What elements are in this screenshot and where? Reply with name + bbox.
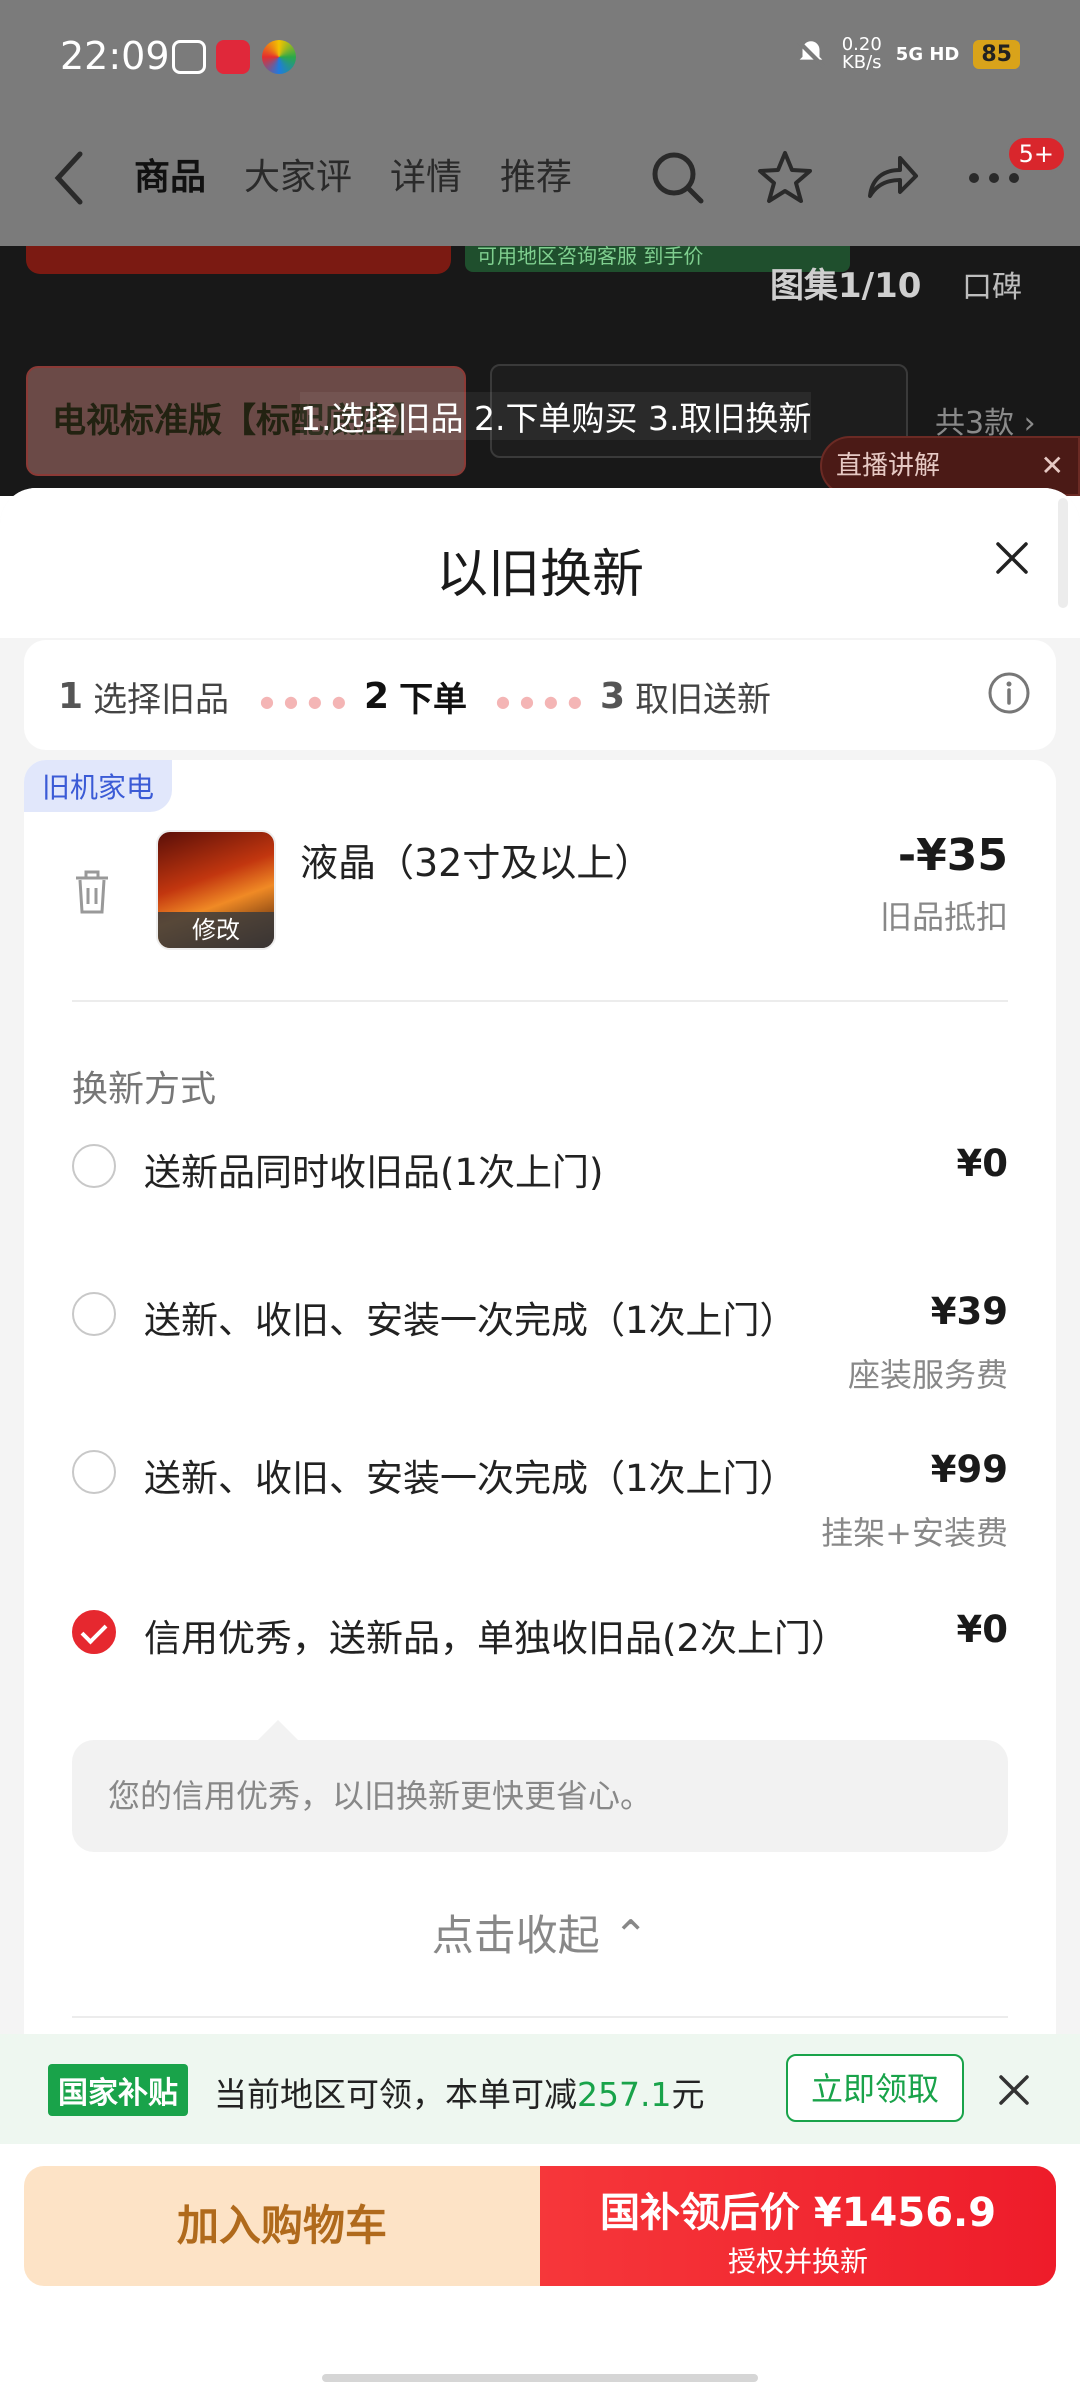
add-to-cart-button[interactable]: 加入购物车 bbox=[24, 2166, 540, 2286]
scrollbar[interactable] bbox=[1058, 498, 1068, 608]
radio-checked[interactable] bbox=[72, 1610, 116, 1654]
claim-subsidy-button[interactable]: 立即领取 bbox=[786, 2054, 964, 2122]
trash-icon[interactable] bbox=[72, 870, 112, 916]
trade-in-card: 旧机家电 修改 液晶（32寸及以上） -¥35 旧品抵扣 换新方式 送新品同时收… bbox=[24, 760, 1056, 2100]
more-menu-button[interactable]: 5+ bbox=[966, 136, 1066, 216]
step-2: 2 下单 bbox=[364, 676, 468, 720]
old-item-thumbnail[interactable]: 修改 bbox=[156, 830, 276, 950]
info-icon[interactable] bbox=[986, 670, 1032, 716]
hint-pointer bbox=[258, 1720, 298, 1740]
method-option-2[interactable]: 送新、收旧、安装一次完成（1次上门） ¥39 座装服务费 bbox=[72, 1290, 1008, 1400]
step-dots: ●●●● bbox=[260, 692, 356, 711]
method-option-4[interactable]: 信用优秀，送新品，单独收旧品(2次上门） ¥0 bbox=[72, 1608, 1008, 1668]
subsidy-bar: 国家补贴 当前地区可领，本单可减257.1元 立即领取 bbox=[0, 2034, 1080, 2144]
subsidy-tag: 国家补贴 bbox=[48, 2064, 188, 2116]
radio-unchecked[interactable] bbox=[72, 1450, 116, 1494]
product-background: 可用地区咨询客服 到手价 图集1/10 口碑 电视标准版【标配底座】 共3款 ›… bbox=[0, 246, 1080, 496]
search-icon[interactable] bbox=[648, 148, 706, 206]
method-title: 换新方式 bbox=[72, 1069, 217, 1110]
old-item-price: -¥35 bbox=[897, 830, 1008, 881]
buy-sub-label: 授权并换新 bbox=[727, 2245, 868, 2278]
tab-reviews[interactable]: 大家评 bbox=[244, 148, 352, 200]
buy-price-label: 国补领后价 ¥1456.9 bbox=[599, 2190, 997, 2236]
battery-indicator: 85 bbox=[973, 39, 1020, 69]
status-time: 22:09 bbox=[60, 34, 170, 78]
old-item-price-note: 旧品抵扣 bbox=[879, 898, 1008, 936]
close-icon[interactable] bbox=[988, 534, 1036, 582]
koubei-tab[interactable]: 口碑 bbox=[962, 262, 1022, 306]
live-label: 直播讲解 bbox=[836, 451, 941, 481]
divider bbox=[72, 1000, 1008, 1002]
process-toast: 1.选择旧品 2.下单购买 3.取旧换新 bbox=[300, 392, 812, 440]
subsidy-amount: 257.1 bbox=[577, 2075, 672, 2114]
radio-unchecked[interactable] bbox=[72, 1292, 116, 1336]
more-dots-icon bbox=[969, 173, 1019, 183]
app-notification-icon bbox=[216, 40, 250, 74]
mute-bell-icon bbox=[796, 39, 825, 69]
divider bbox=[72, 2016, 1008, 2018]
tab-recommend[interactable]: 推荐 bbox=[500, 148, 572, 200]
compass-icon bbox=[172, 40, 206, 74]
home-indicator[interactable] bbox=[322, 2374, 758, 2382]
step-1: 1 选择旧品 bbox=[58, 676, 230, 720]
method-option-1[interactable]: 送新品同时收旧品(1次上门) ¥0 bbox=[72, 1142, 1008, 1202]
net-speed: 0.20 KB/s bbox=[841, 34, 882, 73]
action-bar: 加入购物车 国补领后价 ¥1456.9 授权并换新 bbox=[0, 2144, 1080, 2388]
app-colorful-icon bbox=[262, 40, 296, 74]
step-indicator: 1 选择旧品 ●●●● 2 下单 ●●●● 3 取旧送新 bbox=[24, 640, 1056, 750]
edit-button[interactable]: 修改 bbox=[158, 912, 274, 948]
sheet-title: 以旧换新 bbox=[435, 545, 644, 605]
subsidy-text: 当前地区可领，本单可减257.1元 bbox=[214, 2075, 705, 2114]
signal-indicator: 5G HD bbox=[895, 43, 960, 65]
close-icon[interactable]: ✕ bbox=[1041, 438, 1064, 494]
notification-badge: 5+ bbox=[1006, 136, 1066, 172]
price-banner bbox=[26, 246, 451, 274]
nav-tabs: 商品 大家评 详情 推荐 bbox=[134, 148, 572, 200]
buy-now-button[interactable]: 国补领后价 ¥1456.9 授权并换新 bbox=[540, 2166, 1056, 2286]
step-3: 3 取旧送新 bbox=[600, 676, 772, 720]
credit-hint: 您的信用优秀，以旧换新更快更省心。 bbox=[72, 1720, 1008, 1852]
credit-hint-text: 您的信用优秀，以旧换新更快更省心。 bbox=[72, 1740, 1008, 1852]
category-tag: 旧机家电 bbox=[24, 760, 173, 812]
tab-details[interactable]: 详情 bbox=[390, 148, 462, 200]
status-right: 0.20 KB/s 5G HD 85 bbox=[794, 36, 1020, 72]
favorite-star-icon[interactable] bbox=[756, 148, 814, 206]
product-nav-bar: 商品 大家评 详情 推荐 5+ bbox=[0, 118, 1080, 246]
radio-unchecked[interactable] bbox=[72, 1144, 116, 1188]
close-icon[interactable] bbox=[996, 2072, 1032, 2108]
album-counter[interactable]: 图集1/10 bbox=[770, 258, 921, 307]
share-icon[interactable] bbox=[862, 148, 920, 206]
step-dots: ●●●● bbox=[496, 692, 592, 711]
method-option-3[interactable]: 送新、收旧、安装一次完成（1次上门） ¥99 挂架+安装费 bbox=[72, 1448, 1008, 1558]
old-item-name: 液晶（32寸及以上） bbox=[300, 841, 653, 885]
collapse-button[interactable]: 点击收起 ⌃ bbox=[24, 1902, 1056, 1963]
live-explain-button[interactable]: 直播讲解 ✕ bbox=[820, 436, 1080, 496]
sheet-header: 以旧换新 bbox=[0, 488, 1080, 638]
status-bar: 22:09 0.20 KB/s 5G HD 85 bbox=[0, 0, 1080, 118]
tab-goods[interactable]: 商品 bbox=[134, 148, 206, 200]
back-arrow-icon[interactable] bbox=[50, 148, 90, 208]
